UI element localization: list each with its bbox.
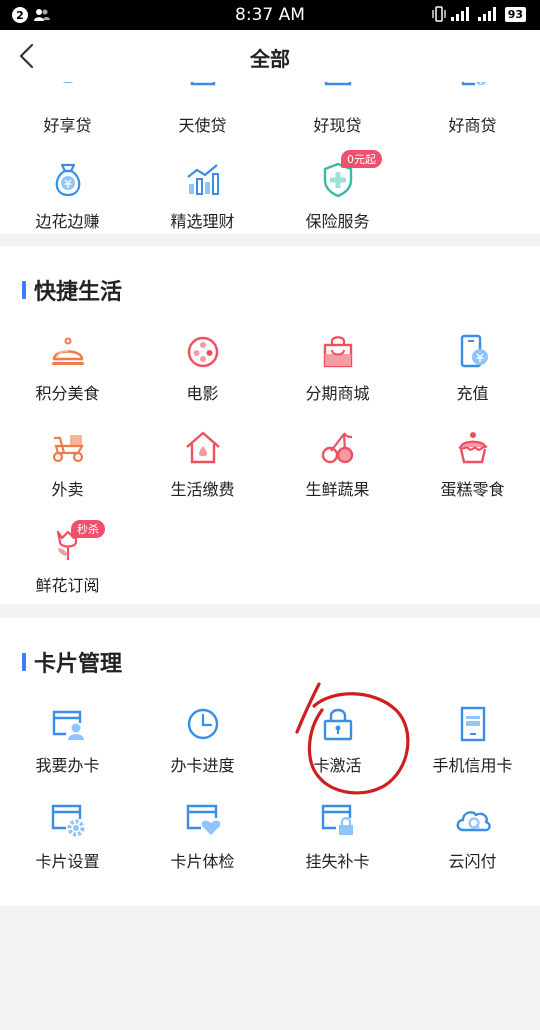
section-accent-bar xyxy=(22,281,26,299)
card-user-icon xyxy=(52,710,84,740)
house-icon xyxy=(185,431,220,464)
grid-item-dangaolingshi[interactable]: 蛋糕零食 xyxy=(405,428,540,524)
grid-item-label: 卡片设置 xyxy=(35,852,100,871)
cloud-q-icon xyxy=(456,811,491,832)
card-heart-icon xyxy=(186,804,220,835)
loan-icon xyxy=(62,82,73,83)
grid-item-xianhuadingyue[interactable]: 秒杀 鲜花订阅 xyxy=(0,520,135,620)
section-title: 快捷生活 xyxy=(22,274,122,306)
phone-card-icon xyxy=(460,706,485,742)
grid-item-kapianshezhi[interactable]: 卡片设置 xyxy=(0,800,135,896)
grid-item-label: 办卡进度 xyxy=(170,756,235,775)
grid-item-kapiantijian[interactable]: 卡片体检 xyxy=(135,800,270,896)
grid-item-haoxiangdai[interactable]: 好享贷 xyxy=(0,82,135,160)
grid-item-label: 精选理财 xyxy=(170,212,235,231)
loan-icon xyxy=(324,82,351,86)
grid-item-label: 我要办卡 xyxy=(35,756,100,775)
promo-badge: 秒杀 xyxy=(71,520,105,538)
grid-item-label: 保险服务 xyxy=(305,212,370,231)
signal-4g-icon xyxy=(477,7,496,21)
grid-item-shengxianshuguo[interactable]: 生鲜蔬果 xyxy=(270,428,405,524)
section-title: 卡片管理 xyxy=(22,646,122,678)
clock-icon xyxy=(187,708,218,740)
page-title: 全部 xyxy=(250,47,290,71)
cherry-icon xyxy=(321,432,353,464)
grid-item-label: 卡片体检 xyxy=(170,852,235,871)
lock-icon xyxy=(323,708,352,741)
grid-item-waimai[interactable]: 外卖 xyxy=(0,428,135,524)
status-right: 93 xyxy=(432,6,526,22)
grid-item-woyaobanka[interactable]: 我要办卡 xyxy=(0,704,135,800)
grid-item-label: 分期商城 xyxy=(305,384,370,403)
nav-bar: 全部 xyxy=(0,30,540,82)
grid-item-jifenmeishi[interactable]: 积分美食 xyxy=(0,332,135,428)
chart-icon xyxy=(186,164,219,195)
finance-section: 好享贷 天使贷 好现贷 好商贷 边花边赚 精选理财 0元起 保险服务 xyxy=(0,82,540,234)
grid-item-label: 边花边赚 xyxy=(35,212,100,231)
battery-level: 93 xyxy=(504,6,526,22)
grid-item-fenqishangcheng[interactable]: 分期商城 xyxy=(270,332,405,428)
grid-item-label: 积分美食 xyxy=(35,384,100,403)
grid-item-label: 好享贷 xyxy=(43,116,92,135)
shopping-bag-icon xyxy=(323,336,352,368)
loan-icon xyxy=(461,82,486,86)
grid-item-label: 好现贷 xyxy=(313,116,362,135)
grid-item-guashibuka[interactable]: 挂失补卡 xyxy=(270,800,405,896)
grid-item-label: 手机信用卡 xyxy=(432,756,513,775)
promo-badge: 0元起 xyxy=(341,150,382,168)
grid-item-haoshangdai[interactable]: 好商贷 xyxy=(405,82,540,160)
grid-item-label: 卡激活 xyxy=(313,756,362,775)
grid-item-label: 电影 xyxy=(186,384,219,403)
grid-item-tianshidai[interactable]: 天使贷 xyxy=(135,82,270,160)
grid-item-label: 好商贷 xyxy=(448,116,497,135)
grid-item-label: 鲜花订阅 xyxy=(35,576,100,595)
grid-item-label: 外卖 xyxy=(51,480,84,499)
loan-icon xyxy=(190,82,215,86)
grid-item-label: 生鲜蔬果 xyxy=(305,480,370,499)
card-gear-icon xyxy=(51,804,84,837)
grid-item-label: 云闪付 xyxy=(448,852,497,871)
grid-item-haoxiandai[interactable]: 好现贷 xyxy=(270,82,405,160)
grid-item-baoxianfuwu[interactable]: 0元起 保险服务 xyxy=(270,150,405,234)
grid-item-label: 充值 xyxy=(456,384,489,403)
dish-cover-icon xyxy=(51,337,84,365)
grid-item-yunshanfu[interactable]: 云闪付 xyxy=(405,800,540,896)
grid-item-chongzhi[interactable]: 充值 xyxy=(405,332,540,428)
signal-icon xyxy=(450,7,469,21)
vibrate-icon xyxy=(432,6,446,22)
life-section: 快捷生活 积分美食 电影 分期商城 充值 外卖 生活缴费 生鲜蔬果 蛋糕零食 秒… xyxy=(0,246,540,604)
phone-recharge-icon xyxy=(460,334,488,368)
scooter-icon xyxy=(52,435,84,463)
grid-item-shenghuojiaofei[interactable]: 生活缴费 xyxy=(135,428,270,524)
grid-item-bankajindu[interactable]: 办卡进度 xyxy=(135,704,270,800)
grid-item-bianhuabianzhuan[interactable]: 边花边赚 xyxy=(0,160,135,234)
grid-item-kajihuo[interactable]: 卡激活 xyxy=(270,704,405,800)
film-reel-icon xyxy=(187,336,218,368)
status-bar: 2 8:37 AM 93 xyxy=(0,0,540,30)
card-lock-icon xyxy=(321,804,353,835)
section-accent-bar xyxy=(22,653,26,671)
grid-item-dianying[interactable]: 电影 xyxy=(135,332,270,428)
grid-item-label: 蛋糕零食 xyxy=(440,480,505,499)
grid-item-shoujixinyongka[interactable]: 手机信用卡 xyxy=(405,704,540,800)
grid-item-label: 天使贷 xyxy=(178,116,227,135)
card-section: 卡片管理 我要办卡 办卡进度 卡激活 手机信用卡 卡片设置 卡片体检 挂失补卡 … xyxy=(0,618,540,906)
money-bag-icon xyxy=(55,163,80,197)
grid-item-label: 生活缴费 xyxy=(170,480,235,499)
grid-item-label: 挂失补卡 xyxy=(305,852,370,871)
grid-item-jingxuanlicai[interactable]: 精选理财 xyxy=(135,160,270,234)
cake-icon xyxy=(457,432,487,464)
